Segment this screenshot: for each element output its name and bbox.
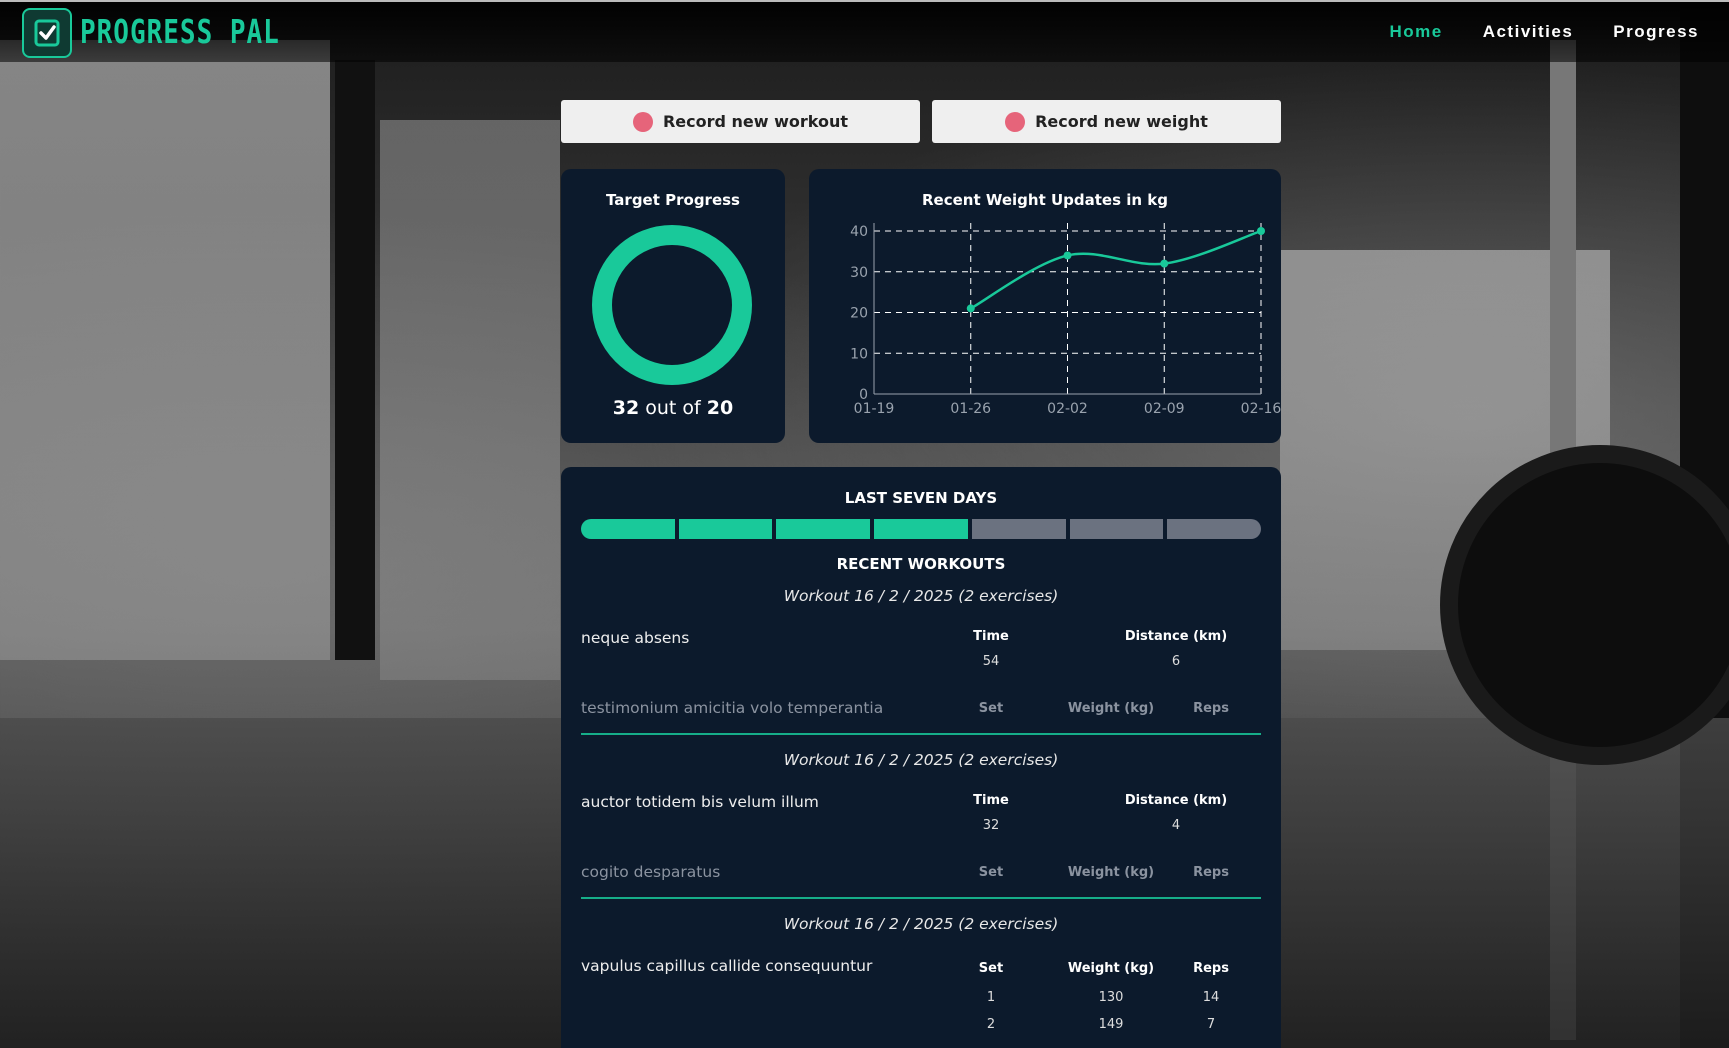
reps-header: Reps [1193, 701, 1229, 716]
time-value: 32 [982, 818, 1000, 833]
target-progress-ring [592, 225, 752, 385]
seven-day-tracker [581, 519, 1262, 539]
distance-column: Distance (km) 6 [1121, 629, 1231, 669]
record-weight-button[interactable]: Record new weight [932, 100, 1281, 143]
main-nav: Home Activities Progress [1389, 22, 1699, 42]
distance-column: Distance (km) 4 [1121, 793, 1231, 833]
time-column: Time 32 [961, 793, 1021, 833]
time-header: Time [973, 793, 1009, 808]
record-dot-icon [632, 111, 653, 132]
set-header: Set [978, 865, 1004, 880]
reps-value: 14 [1202, 990, 1220, 1005]
reps-header: Reps [1193, 961, 1229, 976]
set-column: Set 1 2 [961, 961, 1021, 1032]
target-summary: 32 out of 20 [561, 397, 785, 419]
weight-value: 130 [1098, 990, 1124, 1005]
distance-value: 4 [1171, 818, 1181, 833]
target-current: 32 [612, 397, 640, 419]
x-tick-label: 02-09 [1144, 401, 1185, 417]
set-column: Set [961, 701, 1021, 716]
last-seven-title: LAST SEVEN DAYS [844, 489, 998, 507]
exercise-name: neque absens [581, 629, 690, 647]
exercise-row: vapulus capillus callide consequuntur Se… [581, 933, 1261, 1048]
time-header: Time [973, 629, 1009, 644]
exercise-name: auctor totidem bis velum illum [581, 793, 819, 811]
distance-header: Distance (km) [1124, 629, 1228, 644]
exercise-row: neque absens Time 54 Distance (km) 6 [581, 605, 1261, 677]
day-segment [776, 519, 871, 539]
time-column: Time 54 [961, 629, 1021, 669]
time-value: 54 [982, 654, 1000, 669]
reps-column: Reps 14 7 [1181, 961, 1241, 1032]
nav-home[interactable]: Home [1389, 22, 1442, 42]
exercise-name: testimonium amicitia volo temperantia [581, 699, 884, 717]
weight-data-point[interactable] [1257, 227, 1265, 235]
target-goal: 20 [706, 397, 734, 419]
weight-header: Weight (kg) [1067, 961, 1155, 976]
reps-column: Reps [1181, 701, 1241, 716]
set-column: Set [961, 865, 1021, 880]
y-tick-label: 40 [850, 224, 868, 240]
day-segment [1069, 519, 1164, 539]
app-name: PROGRESS PAL [80, 14, 280, 52]
reps-column: Reps [1181, 865, 1241, 880]
day-segment [1167, 519, 1262, 539]
weight-data-point[interactable] [1160, 259, 1169, 268]
weight-header: Weight (kg) [1067, 865, 1155, 880]
distance-value: 6 [1171, 654, 1181, 669]
weight-series-line [970, 229, 1262, 310]
workout-divider [581, 733, 1261, 735]
day-segment [678, 519, 773, 539]
recent-workouts-title: RECENT WORKOUTS [836, 555, 1006, 573]
record-workout-button[interactable]: Record new workout [561, 100, 920, 143]
set-header: Set [978, 701, 1004, 716]
set-header: Set [978, 961, 1004, 976]
weight-value: 149 [1098, 1017, 1124, 1032]
target-title: Target Progress [606, 191, 740, 209]
target-middle: out of [645, 397, 701, 419]
nav-activities[interactable]: Activities [1483, 22, 1574, 42]
exercise-row: cogito desparatus Set Weight (kg) Reps [581, 841, 1261, 893]
day-segment [581, 519, 675, 539]
record-dot-icon [1005, 111, 1026, 132]
x-tick-label: 02-02 [1047, 401, 1088, 417]
top-navbar: PROGRESS PAL Home Activities Progress [0, 0, 1729, 62]
checklist-icon [22, 8, 72, 58]
x-tick-label: 01-26 [950, 401, 991, 417]
x-tick-label: 02-16 [1241, 401, 1281, 417]
exercise-row: auctor totidem bis velum illum Time 32 D… [581, 769, 1261, 841]
nav-progress[interactable]: Progress [1613, 22, 1699, 42]
workout-header: Workout 16 / 2 / 2025 (2 exercises) [783, 587, 1059, 605]
y-tick-label: 30 [850, 265, 868, 281]
set-value: 2 [986, 1017, 996, 1032]
y-tick-label: 10 [850, 346, 868, 362]
exercise-row: testimonium amicitia volo temperantia Se… [581, 677, 1261, 729]
record-weight-label: Record new weight [1035, 112, 1208, 131]
workout-divider [581, 897, 1261, 899]
weight-line-chart: 01020304001-19 01-26 02-02 02-09 02-16 [850, 223, 1281, 417]
reps-header: Reps [1193, 865, 1229, 880]
workout-header: Workout 16 / 2 / 2025 (2 exercises) [783, 751, 1059, 769]
weight-header: Weight (kg) [1067, 701, 1155, 716]
weight-data-point[interactable] [1063, 251, 1072, 260]
y-tick-label: 20 [850, 306, 868, 322]
weight-column: Weight (kg) [1056, 701, 1166, 716]
distance-header: Distance (km) [1124, 793, 1228, 808]
reps-value: 7 [1206, 1017, 1216, 1032]
activity-card: LAST SEVEN DAYS RECENT WORKOUTS Workout … [561, 467, 1281, 1048]
workout-header: Workout 16 / 2 / 2025 (2 exercises) [783, 915, 1059, 933]
target-progress-card: Target Progress 32 out of 20 [561, 169, 785, 443]
exercise-name: cogito desparatus [581, 863, 721, 881]
record-workout-label: Record new workout [662, 112, 849, 131]
day-segment [971, 519, 1066, 539]
day-segment [874, 519, 968, 539]
app-logo[interactable]: PROGRESS PAL [22, 8, 280, 58]
set-value: 1 [986, 990, 996, 1005]
weight-chart-card: Recent Weight Updates in kg 0 10 20 30 40 01-… [809, 169, 1281, 443]
weight-data-point[interactable] [966, 304, 975, 313]
exercise-name: vapulus capillus callide consequuntur [581, 957, 873, 975]
x-tick-label: 01-19 [854, 401, 895, 417]
weight-column: Weight (kg) 130 149 [1056, 961, 1166, 1032]
weight-column: Weight (kg) [1056, 865, 1166, 880]
